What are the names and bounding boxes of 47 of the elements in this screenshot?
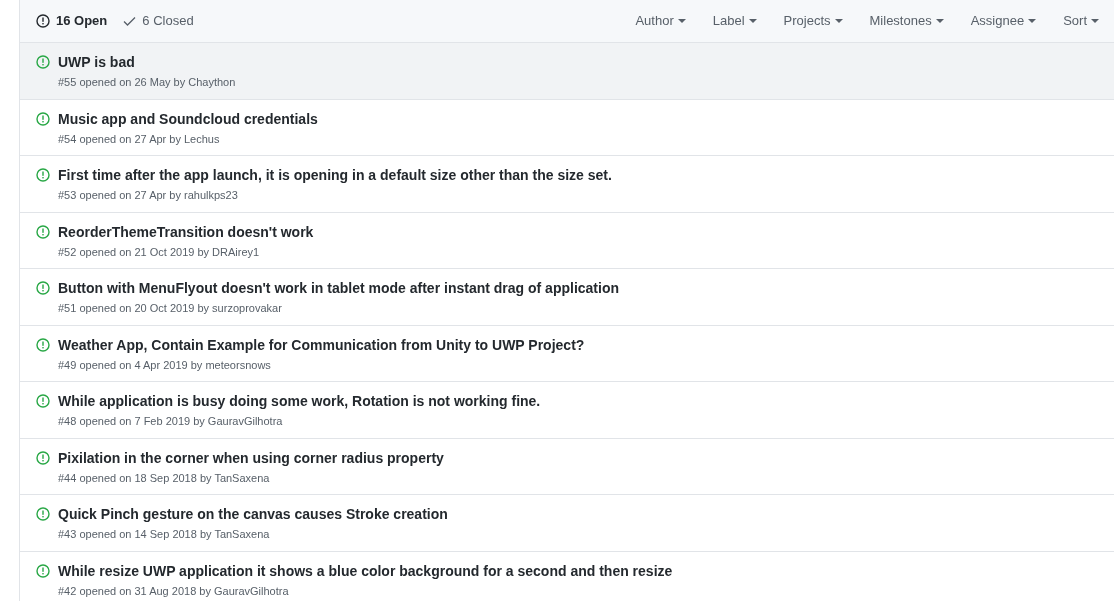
caret-icon <box>1091 19 1099 23</box>
issue-meta: #49 opened on 4 Apr 2019 by meteorsnows <box>58 357 272 372</box>
alert-circle-icon <box>36 394 50 408</box>
issue-title-link[interactable]: First time after the app launch, it is opening in a default size other than the size set. <box>58 166 612 184</box>
caret-icon <box>1028 19 1037 23</box>
issue-meta: #53 opened on 27 Apr by rahulkps23 <box>58 188 239 202</box>
issue-title-link[interactable]: Pixilation in the corner when using corner radius property <box>58 448 444 467</box>
issue-title-link[interactable]: While resize UWP application it shows a blue color background for a second and then resize <box>58 561 673 580</box>
issue-meta: #44 opened on 18 Sep 2018 by TanSaxena <box>58 470 271 485</box>
check-icon <box>123 16 137 26</box>
state-filter-link[interactable]: 16 Open <box>36 11 108 31</box>
filter-dropdown[interactable]: Author <box>635 11 686 31</box>
alert-circle-icon <box>36 450 50 465</box>
alert-circle-icon <box>36 563 50 578</box>
alert-circle-icon <box>36 507 50 521</box>
issue-meta: #54 opened on 27 Apr by Lechus <box>58 131 221 146</box>
issue-meta: #55 opened on 26 May by Chaython <box>58 75 236 89</box>
alert-circle-icon <box>36 168 50 182</box>
alert-circle-icon <box>36 55 50 69</box>
caret-icon <box>834 19 843 23</box>
filter-dropdown[interactable]: Milestones <box>869 11 944 31</box>
issue-meta: #51 opened on 20 Oct 2019 by surzoprovakar <box>58 301 283 315</box>
issue-title-link[interactable]: Music app and Soundcloud credentials <box>58 109 318 128</box>
issue-title-link[interactable]: Quick Pinch gesture on the canvas causes Stroke creation <box>58 505 448 523</box>
filter-dropdown[interactable]: Projects <box>783 11 843 31</box>
filter-dropdown[interactable]: Label <box>712 11 757 31</box>
issue-title-link[interactable]: Weather App, Contain Example for Communication from Unity to UWP Project? <box>58 335 585 354</box>
caret-icon <box>935 19 944 23</box>
issue-meta: #42 opened on 31 Aug 2018 by GauravGilhotra <box>58 583 290 598</box>
issue-meta: #48 opened on 7 Feb 2019 by GauravGilhotra <box>58 414 284 428</box>
issue-title-link[interactable]: While application is busy doing some work, Rotation is not working fine. <box>58 392 541 410</box>
alert-circle-icon <box>36 281 50 295</box>
alert-circle-icon <box>36 337 50 352</box>
issue-title-link[interactable]: Button with MenuFlyout doesn't work in tablet mode after instant drag of application <box>58 279 619 297</box>
alert-circle-icon <box>36 14 50 28</box>
caret-icon <box>677 19 686 23</box>
alert-circle-icon <box>36 111 50 126</box>
filter-dropdown[interactable]: Assignee <box>970 11 1037 31</box>
alert-circle-icon <box>36 224 50 239</box>
state-filter-link[interactable]: 6 Closed <box>123 11 194 31</box>
issue-meta: #52 opened on 21 Oct 2019 by DRAirey1 <box>58 244 261 259</box>
caret-icon <box>748 19 757 23</box>
issue-title-link[interactable]: ReorderThemeTransition doesn't work <box>58 222 314 241</box>
issue-row[interactable]: UWP is bad #55 opened on 26 May by Chaython <box>20 43 1114 100</box>
issue-meta: #43 opened on 14 Sep 2018 by TanSaxena <box>58 527 271 541</box>
issue-title-link[interactable]: UWP is bad <box>58 53 236 71</box>
filter-dropdown[interactable]: Sort <box>1063 11 1099 31</box>
